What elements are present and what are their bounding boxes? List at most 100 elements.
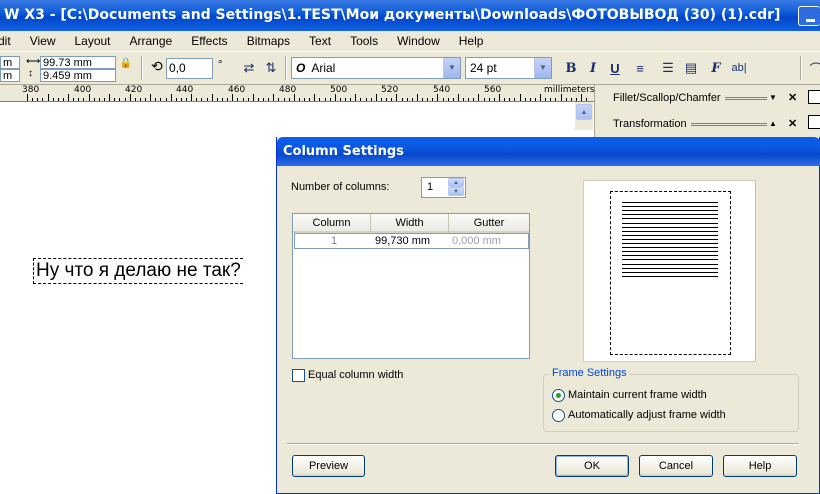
spin-up-icon[interactable]: ▲ <box>448 178 464 187</box>
italic-button[interactable]: I <box>583 58 603 78</box>
ruler-label: 500 <box>330 85 348 95</box>
menu-help[interactable]: Help <box>459 34 484 48</box>
preview-text-line <box>622 251 718 253</box>
ruler-tick <box>524 98 526 101</box>
num-columns-stepper[interactable]: 1 ▲ ▼ <box>421 177 466 198</box>
ruler-tick <box>237 98 239 101</box>
docker-tab-icon[interactable] <box>808 115 820 129</box>
ruler-tick <box>180 98 182 101</box>
preview-button[interactable]: Preview <box>292 455 365 477</box>
dialog-divider <box>287 443 799 445</box>
preview-page <box>610 191 731 355</box>
ruler-tick <box>150 94 152 101</box>
mirror-vertical-icon[interactable]: ⇅ <box>261 58 281 78</box>
docker-item-label: Transformation <box>613 118 687 130</box>
chevron-down-icon[interactable]: ▼ <box>769 86 777 110</box>
ruler-tick <box>540 94 541 101</box>
column-header-width: Width <box>371 214 449 233</box>
format-text-button[interactable]: F <box>706 58 726 78</box>
menu-view[interactable]: View <box>30 34 56 48</box>
cell-column: 1 <box>331 235 338 247</box>
radio-auto-width[interactable] <box>552 409 565 422</box>
font-size-select[interactable]: 24 pt ▼ <box>465 57 552 79</box>
ruler-tick <box>196 98 198 101</box>
close-icon[interactable]: ✕ <box>788 86 797 110</box>
toolbar-separator <box>141 56 143 80</box>
rotation-angle-field[interactable]: 0,0 <box>166 58 213 79</box>
height-field[interactable]: 9.459 mm <box>40 69 116 82</box>
preview-text-line <box>622 210 718 212</box>
menu-arrange[interactable]: Arrange <box>130 34 173 48</box>
ruler-tick <box>355 94 357 101</box>
docker-item-fillet[interactable]: Fillet/Scallop/Chamfer ▼ ✕ <box>595 86 805 110</box>
ruler-tick <box>124 98 126 101</box>
opentype-font-icon: O <box>296 61 306 75</box>
vertical-scrollbar[interactable]: ▲ <box>575 102 593 130</box>
ok-button[interactable]: OK <box>555 455 629 477</box>
paragraph-text-frame[interactable]: Ну что я делаю не так? <box>33 258 243 284</box>
edit-text-button[interactable]: ab| <box>727 58 751 78</box>
position-x-field[interactable]: m <box>0 56 20 69</box>
ruler-tick <box>227 98 229 101</box>
menu-effects[interactable]: Effects <box>191 34 227 48</box>
preview-text-line <box>622 267 718 269</box>
ruler-tick <box>586 98 588 101</box>
cell-gutter[interactable]: 0,000 mm <box>452 234 501 248</box>
ruler-tick <box>232 94 234 101</box>
bold-button[interactable]: B <box>561 58 581 78</box>
menu-layout[interactable]: Layout <box>74 34 110 48</box>
horizontal-ruler[interactable]: 380 400 420 440 460 480 500 520 540 560 … <box>0 85 595 102</box>
ruler-tick <box>324 98 326 101</box>
drop-cap-icon[interactable]: ▤ <box>681 58 701 78</box>
ruler-tick <box>252 94 254 101</box>
mirror-horizontal-icon[interactable]: ⇄ <box>239 58 259 78</box>
position-y-field[interactable]: m <box>0 69 20 82</box>
chevron-down-icon[interactable]: ▼ <box>443 58 460 78</box>
menu-edit[interactable]: dit <box>0 34 11 48</box>
preview-text-line <box>622 243 718 244</box>
ruler-tick <box>268 98 270 101</box>
preview-text-line <box>622 202 718 203</box>
cell-width[interactable]: 99,730 mm <box>375 234 430 248</box>
curve-icon[interactable]: ⌒ <box>806 58 820 78</box>
close-icon[interactable]: ✕ <box>788 112 797 136</box>
width-field[interactable]: 99.73 mm <box>40 56 116 69</box>
help-button[interactable]: Help <box>723 455 797 477</box>
ruler-tick <box>314 94 316 101</box>
spin-down-icon[interactable]: ▼ <box>448 187 464 196</box>
radio-maintain-label[interactable]: Maintain current frame width <box>568 389 707 401</box>
menu-window[interactable]: Window <box>397 34 440 48</box>
equal-width-checkbox[interactable] <box>292 369 305 382</box>
columns-table[interactable]: Column Width Gutter 1 99,730 mm 0,000 mm <box>292 213 530 359</box>
menu-bitmaps[interactable]: Bitmaps <box>247 34 290 48</box>
font-name-select[interactable]: O Arial ▼ <box>291 57 461 79</box>
ruler-unit: millimeters <box>544 85 595 95</box>
menu-tools[interactable]: Tools <box>350 34 378 48</box>
underline-button[interactable]: U <box>605 58 625 78</box>
scroll-up-icon[interactable]: ▲ <box>576 104 592 120</box>
ruler-tick <box>139 98 141 101</box>
lock-ratio-icon[interactable]: 🔒 <box>118 55 134 71</box>
equal-width-label[interactable]: Equal column width <box>308 369 403 381</box>
chevron-up-icon[interactable]: ▲ <box>769 112 777 136</box>
chevron-down-icon[interactable]: ▼ <box>534 58 551 78</box>
bullet-list-icon[interactable]: ☰ <box>658 58 678 78</box>
num-columns-label: Number of columns: <box>291 181 390 193</box>
docker-grip <box>691 123 767 126</box>
ruler-tick <box>129 94 131 101</box>
table-row[interactable]: 1 99,730 mm 0,000 mm <box>294 233 529 249</box>
text-align-icon[interactable]: ≡ <box>630 58 650 78</box>
cancel-button[interactable]: Cancel <box>639 455 713 477</box>
radio-maintain-width[interactable] <box>552 389 565 402</box>
ruler-tick <box>386 98 388 101</box>
radio-auto-label[interactable]: Automatically adjust frame width <box>568 409 726 421</box>
minimize-button[interactable] <box>798 6 820 26</box>
docker-tab-icon[interactable] <box>808 90 820 104</box>
ruler-tick <box>42 98 44 101</box>
ruler-tick <box>488 98 490 101</box>
ruler-tick <box>93 98 95 101</box>
menu-text[interactable]: Text <box>309 34 331 48</box>
font-size-value: 24 pt <box>470 61 497 75</box>
docker-item-transformation[interactable]: Transformation ▲ ✕ <box>595 112 805 136</box>
menu-bar: dit View Layout Arrange Effects Bitmaps … <box>0 31 820 51</box>
